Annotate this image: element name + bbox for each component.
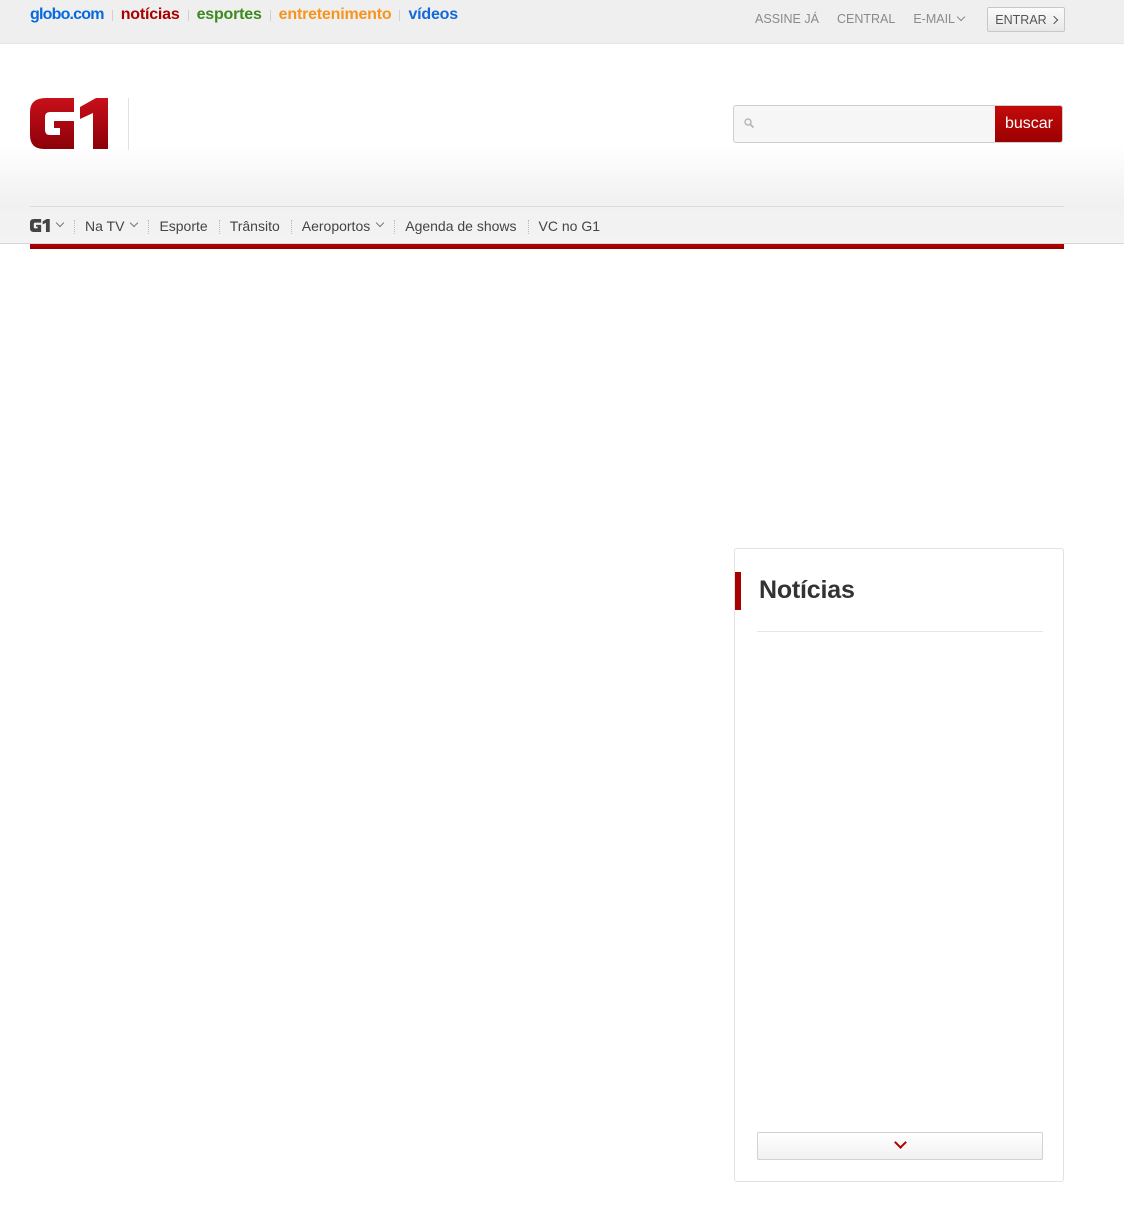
entretenimento-link[interactable]: entretenimento <box>279 6 392 24</box>
assine-link[interactable]: ASSINE JÁ <box>755 12 819 26</box>
globo-com-link[interactable]: globo.com <box>30 6 104 24</box>
search-box: buscar <box>733 105 1063 143</box>
noticias-link[interactable]: notícias <box>121 6 180 24</box>
chevron-right-icon <box>1049 15 1058 24</box>
global-topbar: globo.com notícias esportes entretenimen… <box>0 0 1124 44</box>
email-menu[interactable]: E-MAIL <box>913 12 966 26</box>
logo-divider <box>128 98 129 150</box>
portal-links: globo.com notícias esportes entretenimen… <box>30 6 458 24</box>
central-link[interactable]: CENTRAL <box>837 12 895 26</box>
g1-small-logo <box>30 219 50 232</box>
load-more-button[interactable] <box>757 1132 1043 1160</box>
nav-item-esporte[interactable]: Esporte <box>148 218 218 234</box>
title-marker <box>735 572 741 610</box>
nav-item-transito[interactable]: Trânsito <box>218 217 291 234</box>
noticias-widget: Notícias <box>734 548 1064 1182</box>
divider <box>187 9 189 21</box>
email-label: E-MAIL <box>913 12 955 26</box>
nav-item-vc-no-g1[interactable]: VC no G1 <box>527 217 611 234</box>
esportes-link[interactable]: esportes <box>197 6 262 24</box>
brand-red-bar <box>30 244 1064 249</box>
chevron-down-icon <box>956 12 966 22</box>
user-links: ASSINE JÁ CENTRAL E-MAIL <box>737 0 966 38</box>
nav-label: Aeroportos <box>301 217 371 234</box>
nav-label: VC no G1 <box>538 217 601 234</box>
entrar-label: ENTRAR <box>995 12 1047 27</box>
search-input[interactable] <box>758 106 998 142</box>
search-icon <box>744 118 754 128</box>
divider <box>269 9 271 21</box>
chevron-down-icon <box>894 1136 907 1149</box>
videos-link[interactable]: vídeos <box>408 6 458 24</box>
section-nav: Na TV Esporte Trânsito Aeroportos Agenda… <box>30 207 611 244</box>
chevron-down-icon <box>375 218 385 227</box>
nav-label: Agenda de shows <box>405 217 517 234</box>
nav-item-na-tv[interactable]: Na TV <box>74 218 148 234</box>
widget-divider <box>757 631 1043 632</box>
nav-label: Esporte <box>159 217 208 234</box>
chevron-down-icon <box>130 218 139 227</box>
entrar-button[interactable]: ENTRAR <box>987 7 1065 32</box>
nav-item-g1[interactable] <box>30 218 74 232</box>
nav-label: Trânsito <box>229 217 280 234</box>
nav-item-aeroportos[interactable]: Aeroportos <box>290 217 394 234</box>
search-button[interactable]: buscar <box>995 106 1062 142</box>
widget-title: Notícias <box>759 576 855 604</box>
g1-logo <box>30 98 108 149</box>
divider <box>399 9 401 21</box>
chevron-down-icon <box>55 218 65 227</box>
nav-label: Na TV <box>85 217 125 234</box>
divider <box>111 9 113 21</box>
nav-item-agenda-de-shows[interactable]: Agenda de shows <box>394 218 527 234</box>
